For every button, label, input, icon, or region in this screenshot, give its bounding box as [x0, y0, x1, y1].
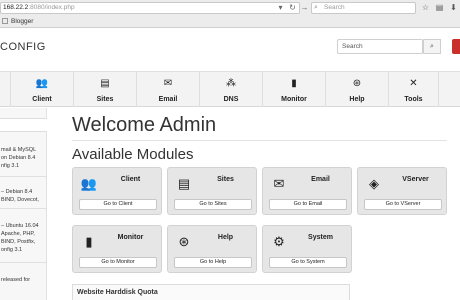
module-title: Sites: [217, 176, 234, 183]
email-icon: ✉: [163, 78, 173, 89]
module-card-help: ⊛ Help Go to Help: [167, 225, 257, 273]
nav-item-client[interactable]: 👥 Client: [10, 72, 73, 107]
section-title: Available Modules: [72, 146, 194, 163]
logo-text: CONFIG: [0, 41, 46, 53]
module-card-monitor: ▮ Monitor Go to Monitor: [72, 225, 162, 273]
nav-label: Sites: [96, 96, 114, 103]
help-icon: ⊛: [352, 78, 362, 89]
module-title: VServer: [402, 176, 429, 183]
nav-label: Email: [158, 96, 178, 103]
module-card-client: 👥 Client Go to Client: [72, 167, 162, 215]
sidebar-divider: [0, 176, 47, 177]
nav-item-sites[interactable]: ▤ Sites: [73, 72, 136, 107]
go-to-email-button[interactable]: Go to Email: [269, 199, 347, 210]
module-card-system: ⚙ System Go to System: [262, 225, 352, 273]
dropdown-arrow-icon[interactable]: ▾: [275, 2, 286, 14]
go-to-vserver-button[interactable]: Go to VServer: [364, 199, 442, 210]
module-title: Client: [120, 176, 141, 183]
sidebar-news-item[interactable]: – Debian 8.4 BIND, Dovecot,: [0, 188, 47, 204]
harddisk-quota-panel: Website Harddisk Quota: [72, 284, 350, 300]
browser-search-input[interactable]: ⌕ Search: [311, 2, 416, 14]
go-to-help-button[interactable]: Go to Help: [174, 257, 252, 268]
sidebar-text: onfig 3.1: [1, 247, 23, 253]
browser-search-placeholder: Search: [324, 4, 345, 11]
sidebar-text: BIND, Postfix,: [1, 239, 36, 245]
nav-item-dns[interactable]: ⁂ DNS: [199, 72, 262, 107]
module-title: Monitor: [117, 234, 144, 241]
client-icon: 👥: [35, 78, 49, 89]
reload-icon[interactable]: ↻: [287, 2, 298, 14]
monitor-icon: ▮: [291, 78, 297, 89]
search-icon: ⌕: [314, 4, 318, 11]
sidebar-text: BIND, Dovecot,: [1, 197, 39, 203]
library-icon[interactable]: ▤: [434, 2, 445, 14]
sidebar-news-item[interactable]: released for: [0, 276, 47, 284]
main-navbar: 👥 Client ▤ Sites ✉ Email ⁂ DNS ▮ Monitor…: [0, 71, 460, 107]
sites-icon: ▤: [177, 176, 191, 191]
sites-icon: ▤: [100, 78, 110, 89]
nav-label: Help: [349, 96, 365, 103]
sidebar-divider: [0, 262, 47, 263]
page-title: Welcome Admin: [72, 114, 217, 136]
app-logo[interactable]: CONFIG: [0, 41, 46, 53]
star-icon[interactable]: ☆: [420, 2, 431, 14]
sidebar-text: – Debian 8.4: [1, 189, 33, 195]
url-path: :8080/index.php: [28, 4, 75, 11]
sidebar-news-item[interactable]: – Ubuntu 16.04 Apache, PHP, BIND, Postfi…: [0, 222, 47, 254]
nav-label: Tools: [404, 96, 423, 103]
browser-chrome: 168.22.2:8080/index.php ▾ ↻ → ⌕ Search ☆…: [0, 0, 460, 28]
go-to-monitor-button[interactable]: Go to Monitor: [79, 257, 157, 268]
vserver-icon: ◈: [369, 176, 379, 191]
app-search-button[interactable]: ⌕: [423, 39, 441, 54]
sidebar-active-item[interactable]: [0, 118, 47, 132]
sidebar-divider: [0, 208, 47, 209]
module-title: Email: [311, 176, 330, 183]
app-search-placeholder: Search: [342, 43, 363, 50]
tools-icon: ✕: [409, 78, 418, 89]
sidebar-text: nfig 3.1: [1, 163, 20, 169]
go-to-system-button[interactable]: Go to System: [269, 257, 347, 268]
bookmark-label: Blogger: [11, 18, 34, 25]
nav-item-email[interactable]: ✉ Email: [136, 72, 199, 107]
forward-arrow-icon[interactable]: →: [299, 2, 310, 14]
monitor-icon: ▮: [85, 234, 93, 249]
address-bar[interactable]: 168.22.2:8080/index.php: [0, 2, 300, 14]
nav-label: Monitor: [281, 96, 307, 103]
sidebar-text: Apache, PHP,: [1, 231, 35, 237]
sidebar: mail & MySQL on Debian 8.4 nfig 3.1 – De…: [0, 108, 47, 300]
sidebar-text: released for: [1, 277, 31, 283]
go-to-sites-button[interactable]: Go to Sites: [174, 199, 252, 210]
downloads-icon[interactable]: ⬇: [448, 2, 459, 14]
sidebar-text: – Ubuntu 16.04: [1, 223, 39, 229]
module-title: Help: [217, 234, 234, 241]
nav-item-more[interactable]: [438, 72, 460, 107]
bookmark-icon: [2, 18, 8, 24]
sidebar-news-item[interactable]: mail & MySQL on Debian 8.4 nfig 3.1: [0, 146, 47, 170]
logout-button[interactable]: [452, 39, 460, 54]
divider: [72, 140, 447, 141]
nav-item-tools[interactable]: ✕ Tools: [388, 72, 438, 107]
module-title: System: [308, 234, 333, 241]
nav-home[interactable]: [0, 72, 10, 107]
nav-item-monitor[interactable]: ▮ Monitor: [262, 72, 325, 107]
module-card-email: ✉ Email Go to Email: [262, 167, 352, 215]
client-icon: 👥: [80, 176, 98, 191]
dns-icon: ⁂: [226, 78, 236, 89]
nav-label: Client: [32, 96, 52, 103]
sidebar-text: on Debian 8.4: [1, 155, 36, 161]
nav-item-help[interactable]: ⊛ Help: [325, 72, 388, 107]
module-card-vserver: ◈ VServer Go to VServer: [357, 167, 447, 215]
sidebar-text: mail & MySQL: [1, 147, 37, 153]
search-icon: ⌕: [430, 43, 434, 50]
nav-label: DNS: [223, 96, 239, 103]
app-search-input[interactable]: Search: [337, 39, 423, 54]
url-host: 168.22.2: [3, 4, 29, 11]
help-icon: ⊛: [178, 234, 190, 249]
bookmark-blogger[interactable]: Blogger: [2, 17, 33, 27]
panel-title: Website Harddisk Quota: [77, 289, 158, 296]
module-card-sites: ▤ Sites Go to Sites: [167, 167, 257, 215]
system-icon: ⚙: [273, 234, 285, 249]
go-to-client-button[interactable]: Go to Client: [79, 199, 157, 210]
email-icon: ✉: [273, 176, 285, 191]
